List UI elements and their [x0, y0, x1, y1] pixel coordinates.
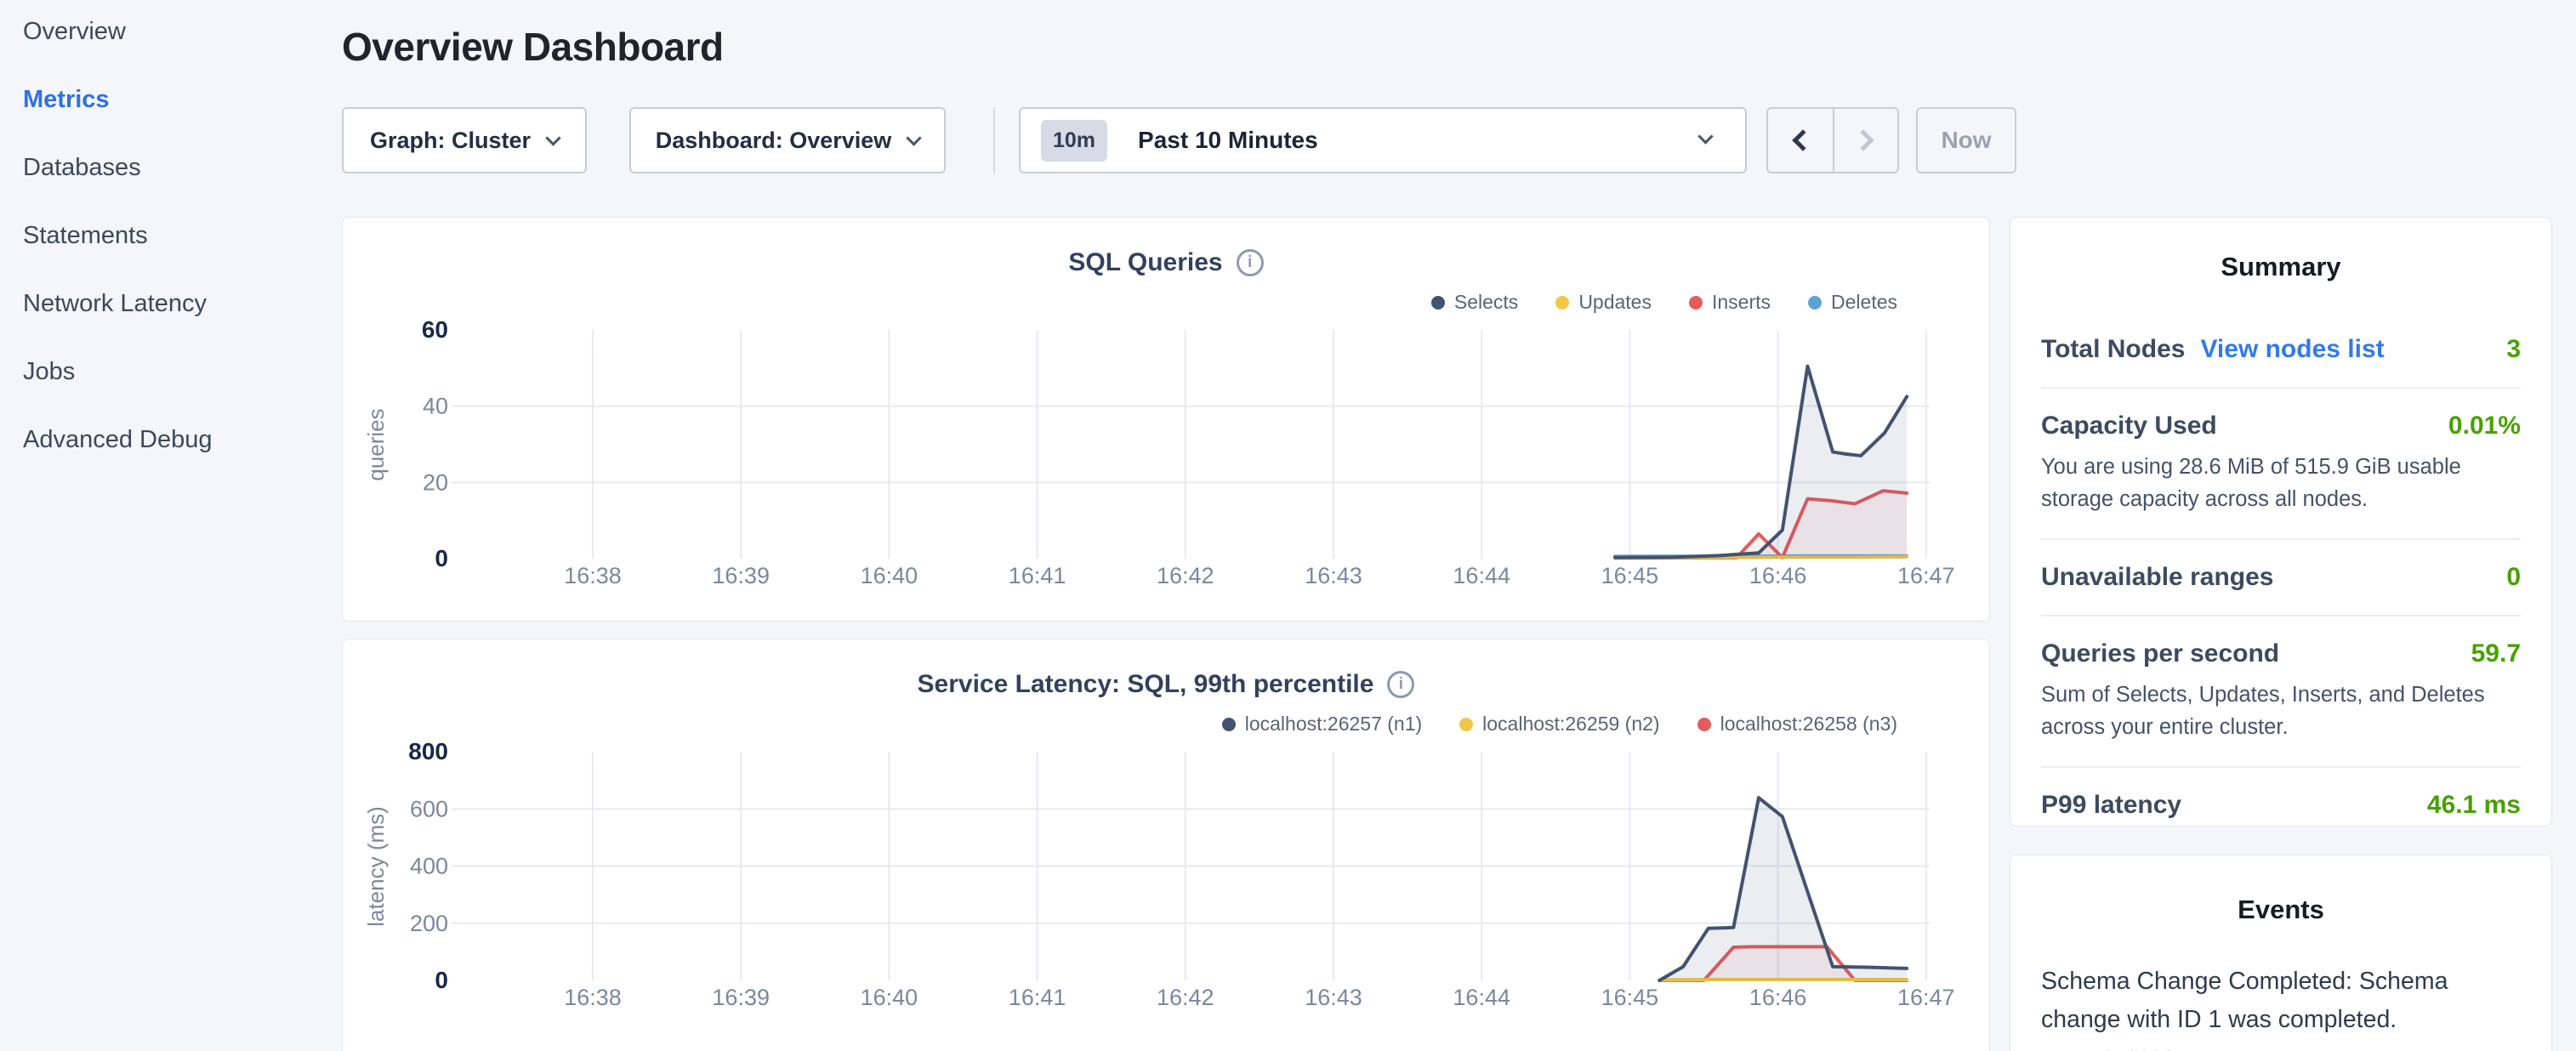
service-latency-chart-card: Service Latency: SQL, 99th percentile i … [342, 639, 1990, 1051]
event-timestamp: May 13, 2020 at 4:45 PM [2041, 1046, 2521, 1051]
divider [2041, 387, 2521, 389]
dashboard-dropdown[interactable]: Dashboard: Overview [629, 107, 946, 173]
svg-text:16:42: 16:42 [1157, 985, 1214, 1010]
page-title: Overview Dashboard [342, 24, 724, 70]
summary-row-label: Unavailable ranges [2041, 563, 2273, 592]
info-icon[interactable]: i [1237, 249, 1264, 276]
svg-text:600: 600 [410, 796, 448, 821]
summary-row-value: 46.1 ms [2427, 791, 2521, 820]
svg-text:16:39: 16:39 [712, 563, 770, 588]
svg-text:16:38: 16:38 [564, 985, 622, 1010]
svg-text:16:47: 16:47 [1897, 985, 1955, 1010]
sidebar-item-metrics[interactable]: Metrics [23, 85, 340, 114]
summary-row-unavailable-ranges: Unavailable ranges 0 [2041, 563, 2521, 592]
summary-title: Summary [2041, 252, 2521, 282]
svg-text:0: 0 [435, 545, 448, 571]
summary-row-label: Queries per second [2041, 639, 2279, 668]
svg-text:16:44: 16:44 [1453, 985, 1510, 1010]
sidebar-item-advanced-debug[interactable]: Advanced Debug [23, 425, 340, 454]
svg-text:latency (ms): latency (ms) [363, 806, 389, 927]
time-range-selector[interactable]: 10m Past 10 Minutes [1019, 107, 1747, 173]
events-title: Events [2041, 895, 2521, 925]
summary-row-value: 0.01% [2448, 412, 2521, 440]
svg-text:400: 400 [410, 854, 448, 879]
summary-row-label: P99 latency [2041, 791, 2181, 820]
svg-text:800: 800 [408, 738, 448, 764]
graph-dropdown[interactable]: Graph: Cluster [342, 107, 587, 173]
summary-row-description: You are using 28.6 MiB of 515.9 GiB usab… [2041, 451, 2519, 515]
summary-row-label: Total Nodes [2041, 335, 2185, 364]
svg-text:16:38: 16:38 [564, 563, 622, 588]
chevron-left-icon [1792, 129, 1813, 151]
event-list-item[interactable]: Schema Change Completed: Schema change w… [2041, 963, 2521, 1051]
svg-text:16:45: 16:45 [1601, 985, 1659, 1010]
svg-text:200: 200 [410, 911, 448, 936]
summary-row-description: Sum of Selects, Updates, Inserts, and De… [2041, 679, 2519, 743]
graph-dropdown-label: Graph: Cluster [370, 128, 531, 154]
svg-text:queries: queries [363, 408, 389, 480]
time-range-label: Past 10 Minutes [1138, 127, 1318, 154]
summary-row-value: 3 [2506, 335, 2521, 364]
svg-text:0: 0 [435, 967, 448, 993]
summary-row-value: 0 [2506, 563, 2521, 592]
dashboard-dropdown-label: Dashboard: Overview [656, 128, 892, 154]
time-step-buttons [1766, 107, 1899, 173]
svg-text:16:41: 16:41 [1009, 985, 1066, 1010]
now-button[interactable]: Now [1916, 107, 2016, 173]
sidebar-item-overview[interactable]: Overview [23, 17, 340, 46]
svg-text:16:40: 16:40 [861, 563, 918, 588]
summary-row-value: 59.7 [2471, 639, 2521, 668]
svg-text:16:39: 16:39 [712, 985, 770, 1010]
sidebar-item-statements[interactable]: Statements [23, 221, 340, 250]
events-panel: Events Schema Change Completed: Schema c… [2010, 855, 2552, 1051]
svg-text:40: 40 [423, 394, 448, 419]
svg-text:20: 20 [423, 469, 448, 495]
svg-text:16:43: 16:43 [1305, 563, 1362, 588]
summary-row-p99-latency: P99 latency 46.1 ms [2041, 791, 2521, 820]
chevron-right-icon [1852, 129, 1874, 151]
svg-text:16:42: 16:42 [1157, 563, 1214, 588]
summary-row-capacity-used: Capacity Used 0.01% [2041, 412, 2521, 440]
chevron-down-icon [545, 130, 560, 145]
chevron-down-icon [1697, 128, 1713, 144]
dashboard-controls: Graph: Cluster Dashboard: Overview 10m P… [342, 107, 2213, 173]
time-range-badge: 10m [1041, 120, 1107, 162]
divider [2041, 615, 2521, 616]
chart-plot[interactable]: 16:38 16:39 16:40 16:41 16:42 16:43 16:44 16:45… [350, 306, 1982, 595]
chart-plot[interactable]: 16:38 16:39 16:40 16:41 16:42 16:43 16:44 16:45… [350, 728, 1982, 1017]
svg-text:16:46: 16:46 [1749, 563, 1807, 588]
controls-divider [993, 107, 995, 173]
summary-row-total-nodes: Total Nodes View nodes list 3 [2041, 335, 2521, 364]
svg-text:16:40: 16:40 [861, 985, 918, 1010]
time-back-button[interactable] [1768, 109, 1833, 172]
svg-text:16:46: 16:46 [1749, 985, 1807, 1010]
svg-text:16:43: 16:43 [1305, 985, 1362, 1010]
chart-title: SQL Queries [1068, 248, 1222, 277]
sidebar-item-databases[interactable]: Databases [23, 153, 340, 182]
sidebar-item-jobs[interactable]: Jobs [23, 357, 340, 386]
time-forward-button[interactable] [1833, 109, 1897, 172]
summary-row-label: Capacity Used [2041, 412, 2217, 440]
sql-queries-chart-card: SQL Queries i SelectsUpdatesInsertsDelet… [342, 217, 1990, 622]
svg-text:60: 60 [422, 316, 448, 343]
view-nodes-list-link[interactable]: View nodes list [2200, 335, 2384, 364]
svg-text:16:45: 16:45 [1601, 563, 1659, 588]
summary-row-queries-per-second: Queries per second 59.7 [2041, 639, 2521, 668]
summary-panel: Summary Total Nodes View nodes list 3 Ca… [2010, 217, 2552, 827]
sidebar: Overview Metrics Databases Statements Ne… [0, 0, 340, 1051]
sidebar-item-network-latency[interactable]: Network Latency [23, 289, 340, 318]
divider [2041, 766, 2521, 768]
chevron-down-icon [907, 130, 922, 145]
divider [2041, 538, 2521, 540]
svg-text:16:44: 16:44 [1453, 563, 1510, 588]
chart-title: Service Latency: SQL, 99th percentile [918, 670, 1374, 699]
svg-text:16:47: 16:47 [1897, 563, 1955, 588]
info-icon[interactable]: i [1387, 671, 1414, 698]
svg-text:16:41: 16:41 [1009, 563, 1066, 588]
event-text: Schema Change Completed: Schema change w… [2041, 963, 2521, 1039]
